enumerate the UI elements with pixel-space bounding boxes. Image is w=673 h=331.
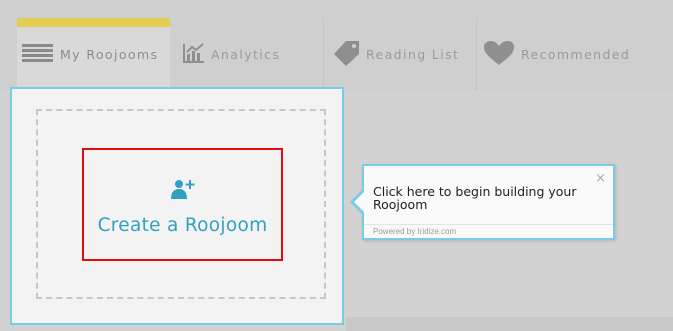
guide-tooltip: × Click here to begin building your Rooj… [350, 164, 615, 240]
stack-icon [21, 41, 54, 68]
heart-icon [483, 40, 515, 69]
tab-label: Analytics [211, 47, 281, 62]
tab-recommended[interactable]: Recommended [476, 18, 629, 91]
new-roojoom-card: Create a Roojoom [10, 87, 344, 325]
tab-label: Reading List [366, 47, 460, 62]
chart-icon [183, 43, 205, 66]
tooltip-text: Click here to begin building your Roojoo… [373, 184, 577, 212]
active-tab-indicator [17, 18, 170, 27]
tab-label: My Roojooms [60, 47, 159, 62]
tab-analytics[interactable]: Analytics [170, 18, 323, 91]
tooltip-footer[interactable]: Powered by Iridize.com [364, 224, 613, 238]
content-bottom-edge [346, 317, 673, 331]
tab-my-roojooms[interactable]: My Roojooms [17, 18, 170, 91]
create-roojoom-label: Create a Roojoom [97, 214, 268, 236]
tag-icon [334, 40, 360, 69]
close-icon[interactable]: × [595, 171, 606, 186]
main-nav: My Roojooms Analytics Reading List Recom… [17, 18, 629, 91]
tab-label: Recommended [521, 47, 631, 62]
add-user-icon [170, 178, 195, 205]
tab-reading-list[interactable]: Reading List [323, 18, 476, 91]
tooltip-arrow-inner [354, 192, 364, 212]
create-roojoom-button[interactable]: Create a Roojoom [82, 148, 283, 261]
